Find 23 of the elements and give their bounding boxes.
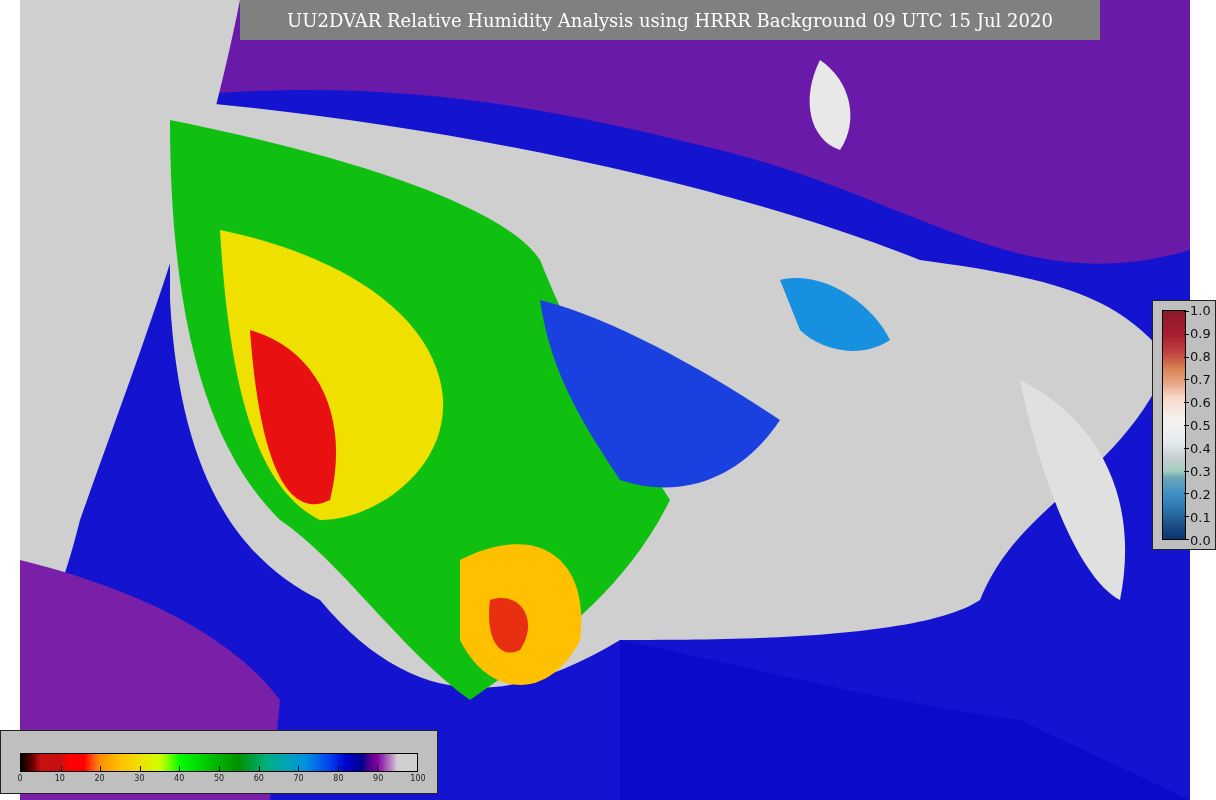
tick-label: 100 xyxy=(410,774,426,783)
tick-label: 60 xyxy=(253,774,264,783)
tick-label: 70 xyxy=(293,774,304,783)
tick-label: 0.0 xyxy=(1190,532,1211,548)
tick-label: 50 xyxy=(213,774,225,783)
tick-label: 0.2 xyxy=(1190,486,1211,502)
tick-label: 0.5 xyxy=(1190,417,1211,433)
tick-label: 0.9 xyxy=(1190,325,1211,341)
tick-label: 0 xyxy=(17,774,23,783)
tick-label: 10 xyxy=(54,774,65,783)
tick-label: 80 xyxy=(333,774,344,783)
tick-label: 0.1 xyxy=(1190,509,1211,525)
tick-label: 0.8 xyxy=(1190,348,1211,364)
tick-label: 0.6 xyxy=(1190,394,1211,410)
tick-label: 90 xyxy=(373,774,384,783)
tick-label: 20 xyxy=(94,774,105,783)
tick-label: 0.3 xyxy=(1190,463,1211,479)
chart-title: UU2DVAR Relative Humidity Analysis using HRRR Background 09 UTC 15 Jul 2020 xyxy=(240,0,1100,40)
tick-label: 0.7 xyxy=(1190,371,1211,387)
tick-label: 0.4 xyxy=(1190,440,1211,456)
tick-label: 30 xyxy=(134,774,145,783)
tick-label: 1.0 xyxy=(1190,302,1211,318)
tick-label: 40 xyxy=(174,774,185,783)
